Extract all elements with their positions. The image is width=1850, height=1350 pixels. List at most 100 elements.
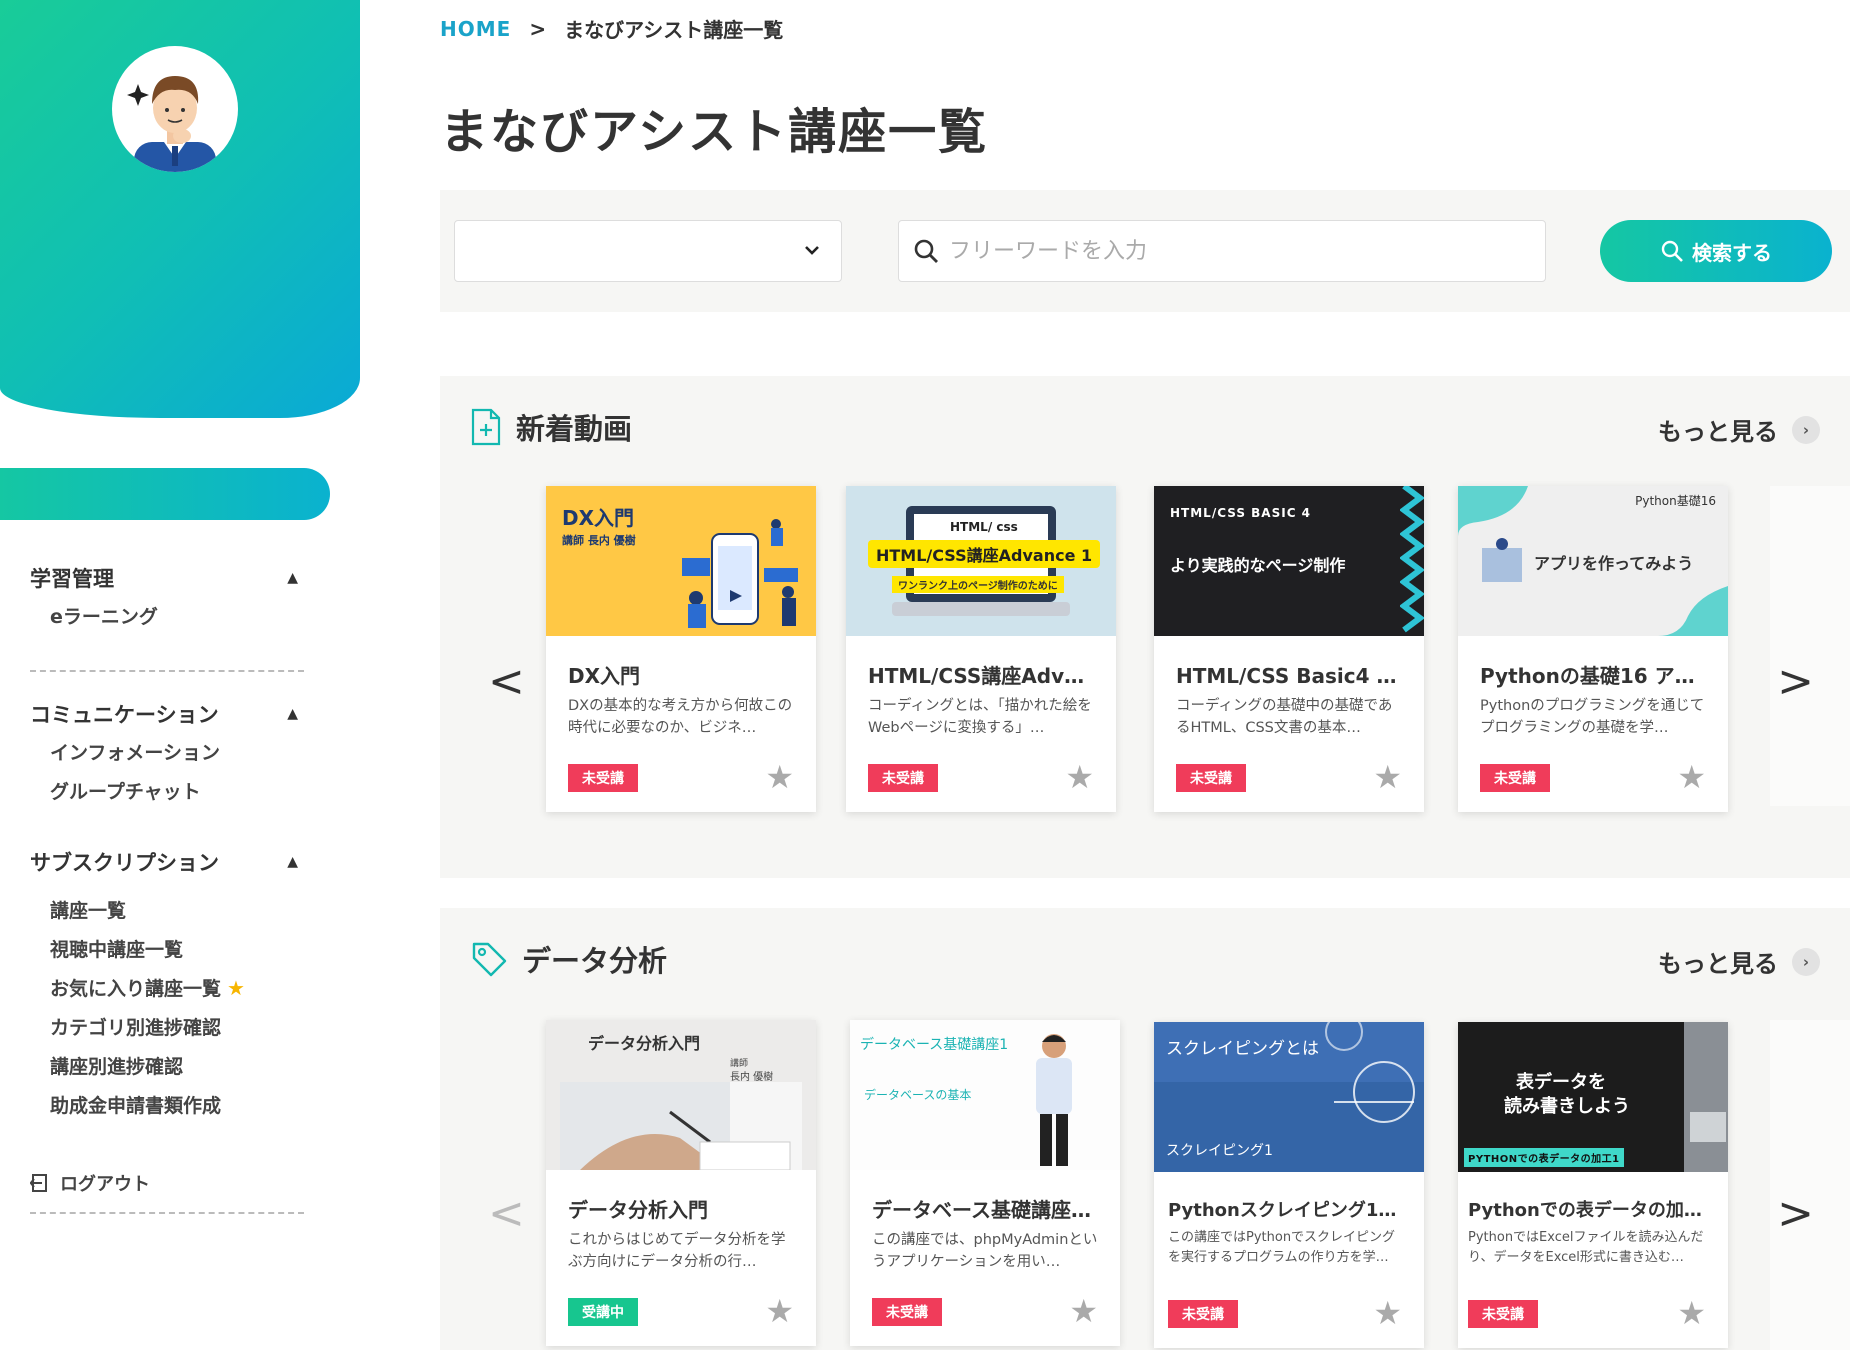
search-input[interactable] [949,238,1509,264]
search-field[interactable] [898,220,1546,282]
sidebar-item-course-progress[interactable]: 講座別進捗確認 [30,1046,310,1085]
sidebar-item-information[interactable]: インフォメーション [30,732,310,771]
status-badge: 未受講 [868,764,938,792]
course-description: コーディングの基礎中の基礎であるHTML、CSS文書の基本… [1176,698,1393,736]
nav-group-learning: 学習管理 ▲ eラーニング [30,560,310,635]
course-thumbnail: スクレイピングとは スクレイピング1 [1154,1022,1424,1172]
status-badge: 未受講 [1176,764,1246,792]
course-title: HTML/CSS Basic4 よ… [1176,664,1402,688]
course-title: Pythonの基礎16 アプ… [1480,664,1706,688]
breadcrumb-current: まなびアシスト講座一覧 [564,18,784,42]
favorite-star-icon[interactable]: ★ [1373,758,1402,796]
nav-group-title[interactable]: 学習管理 ▲ [30,560,310,596]
card-body: DX入門 DXの基本的な考え方から何故この時代に必要なのか、ビジネ… 未受講 ★ [546,636,816,812]
logout-button[interactable]: ログアウト [30,1170,150,1196]
breadcrumb: HOME > まなびアシスト講座一覧 [440,14,783,43]
status-badge: 未受講 [1168,1300,1238,1328]
search-panel: 検索する [440,190,1850,312]
breadcrumb-home-link[interactable]: HOME [440,17,511,41]
sidebar-item-subsidy-docs[interactable]: 助成金申請書類作成 [30,1085,310,1124]
favorite-star-icon[interactable]: ★ [1065,758,1094,796]
nav-group-communication: コミュニケーション ▲ インフォメーション グループチャット [30,696,310,810]
page-title: まなびアシスト講座一覧 [440,104,989,160]
sidebar-item-group-chat[interactable]: グループチャット [30,771,310,810]
chevron-down-icon [805,246,819,255]
tag-icon [472,942,507,977]
nav-group-subscription: サブスクリプション ▲ 講座一覧 視聴中講座一覧 お気に入り講座一覧 ★ カテゴ… [30,844,310,1124]
card-body: HTML/CSS Basic4 よ… コーディングの基礎中の基礎であるHTML、… [1154,636,1424,812]
card-body: HTML/CSS講座Adva… コーディングとは、「描かれた絵をWebページに変… [846,636,1116,812]
collapse-arrow-icon[interactable]: ▲ [287,570,298,586]
course-card[interactable]: 表データを 読み書きしよう PYTHONでの表データの加工1 Pythonでの表… [1458,1022,1728,1348]
card-peek [1770,486,1850,806]
favorite-star-icon[interactable]: ★ [1373,1294,1402,1332]
sidebar-item-course-list[interactable]: 講座一覧 [30,890,310,929]
course-thumbnail: データ分析入門 講師 長内 優樹 [546,1020,816,1170]
course-title: DX入門 [568,664,641,688]
course-title: データベース基礎講座… [872,1198,1091,1222]
search-button[interactable]: 検索する [1600,220,1832,282]
collapse-arrow-icon[interactable]: ▲ [287,854,298,870]
favorite-star-icon[interactable]: ★ [765,1292,794,1330]
course-thumbnail: HTML/ css HTML/CSS講座Advance 1 ワンランク上のページ… [846,486,1116,636]
course-thumbnail: HTML/CSS BASIC 4 より実践的なページ制作 [1154,486,1424,636]
avatar[interactable] [112,46,238,172]
nav-group-title[interactable]: サブスクリプション ▲ [30,844,310,880]
sidebar-item-watching-list[interactable]: 視聴中講座一覧 [30,929,310,968]
course-card[interactable]: HTML/ css HTML/CSS講座Advance 1 ワンランク上のページ… [846,486,1116,812]
course-thumbnail: データベース基礎講座1 データベースの基本 [850,1020,1120,1170]
sidebar-item-elearning[interactable]: eラーニング [30,596,310,635]
section-new-videos: 新着動画 もっと見る › < > DX入門 講師 長内 優樹 DX入門 DXの基… [440,376,1850,878]
course-description: コーディングとは、「描かれた絵をWebページに変換する」… [868,698,1092,736]
new-document-icon [471,408,501,446]
nav-group-title[interactable]: コミュニケーション ▲ [30,696,310,732]
category-select[interactable] [454,220,842,282]
course-card[interactable]: スクレイピングとは スクレイピング1 Pythonスクレイピング1 ス… この講… [1154,1022,1424,1348]
card-body: データ分析入門 これからはじめてデータ分析を学ぶ方向けにデータ分析の行… 受講中… [546,1170,816,1346]
more-link[interactable]: もっと見る › [1658,412,1820,447]
course-card[interactable]: データ分析入門 講師 長内 優樹 データ分析入門 これからはじめてデータ分析を学… [546,1020,816,1346]
carousel-prev-button[interactable]: < [488,656,525,707]
favorite-star-icon[interactable]: ★ [1677,1294,1706,1332]
course-description: これからはじめてデータ分析を学ぶ方向けにデータ分析の行… [568,1232,786,1270]
sidebar-divider [30,670,304,672]
section-header: データ分析 [470,938,667,980]
course-card[interactable]: データベース基礎講座1 データベースの基本 データベース基礎講座… この講座では… [850,1020,1120,1346]
carousel-prev-button[interactable]: < [488,1188,525,1239]
section-title: データ分析 [522,944,668,978]
user-name-bar[interactable] [0,468,330,520]
course-card[interactable]: DX入門 講師 長内 優樹 DX入門 DXの基本的な考え方から何故この時代に必要… [546,486,816,812]
card-peek [1770,1020,1850,1350]
course-thumbnail: DX入門 講師 長内 優樹 [546,486,816,636]
course-card[interactable]: Python基礎16 アプリを作ってみよう Pythonの基礎16 アプ… Py… [1458,486,1728,812]
course-title: HTML/CSS講座Adva… [868,664,1094,688]
star-icon: ★ [227,975,245,1000]
search-icon [1661,240,1683,262]
more-link[interactable]: もっと見る › [1658,944,1820,979]
favorite-star-icon[interactable]: ★ [1069,1292,1098,1330]
card-body: Pythonの基礎16 アプ… Pythonのプログラミングを通じてプログラミン… [1458,636,1728,812]
breadcrumb-separator: > [529,16,547,41]
section-header: 新着動画 [470,406,632,448]
course-title: データ分析入門 [568,1198,708,1222]
favorite-star-icon[interactable]: ★ [765,758,794,796]
status-badge: 未受講 [872,1298,942,1326]
card-body: Pythonスクレイピング1 ス… この講座ではPythonでスクレイピングを実… [1154,1172,1424,1348]
carousel-next-button[interactable]: > [1777,1188,1814,1239]
course-title: Pythonスクレイピング1 ス… [1168,1200,1402,1221]
card-body: Pythonでの表データの加… PythonではExcelファイルを読み込んだり… [1458,1172,1728,1348]
sidebar-item-category-progress[interactable]: カテゴリ別進捗確認 [30,1007,310,1046]
collapse-arrow-icon[interactable]: ▲ [287,706,298,722]
course-thumbnail: 表データを 読み書きしよう PYTHONでの表データの加工1 [1458,1022,1728,1172]
favorite-star-icon[interactable]: ★ [1677,758,1706,796]
section-title: 新着動画 [516,412,633,446]
course-description: この講座では、phpMyAdminというアプリケーションを用い… [872,1232,1098,1270]
course-card[interactable]: HTML/CSS BASIC 4 より実践的なページ制作 HTML/CSS Ba… [1154,486,1424,812]
chevron-right-icon: › [1792,947,1820,976]
sidebar-item-favorites[interactable]: お気に入り講座一覧 ★ [30,968,310,1007]
sidebar-divider [30,1212,304,1214]
section-data-analysis: データ分析 もっと見る › < > データ分析入門 講師 長内 優樹 データ分析… [440,908,1850,1350]
carousel-next-button[interactable]: > [1777,656,1814,707]
chevron-right-icon: › [1792,415,1820,444]
search-icon [914,239,938,263]
